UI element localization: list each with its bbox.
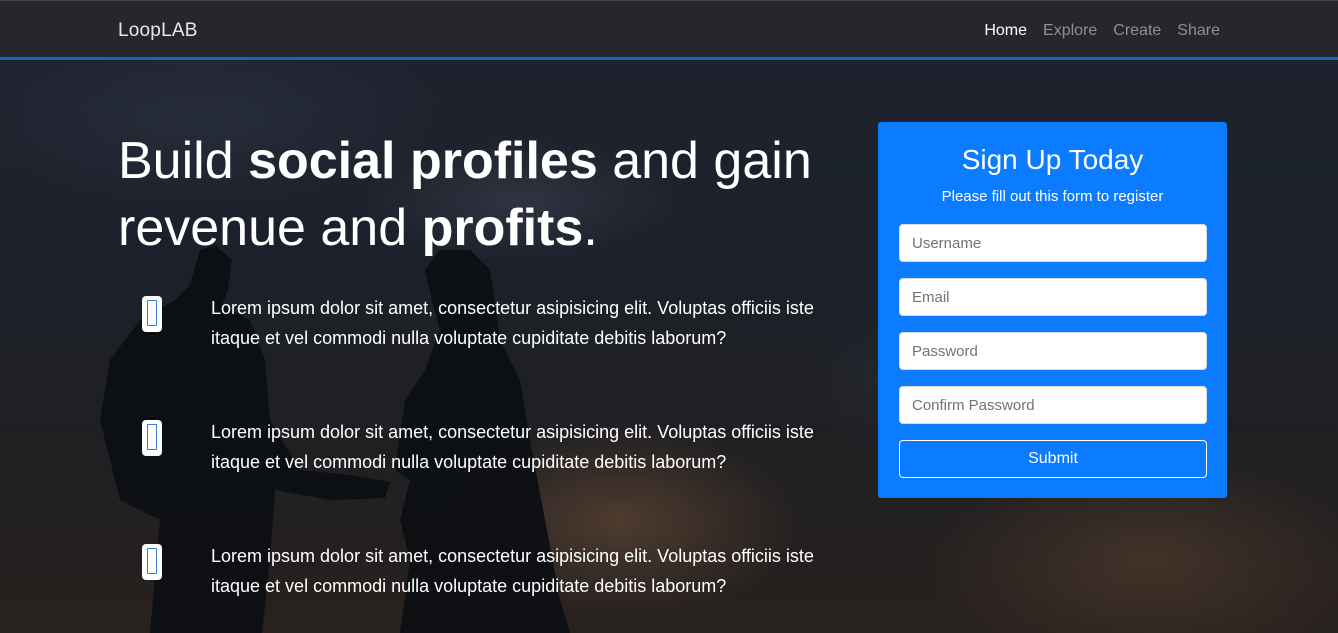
headline-bold-part: social profiles <box>248 132 598 190</box>
nav-link-explore[interactable]: Explore <box>1043 22 1097 40</box>
headline-part: . <box>583 199 598 257</box>
username-input[interactable] <box>899 224 1207 262</box>
signup-title: Sign Up Today <box>961 144 1144 175</box>
nav-link-home[interactable]: Home <box>984 22 1027 40</box>
nav-link-create[interactable]: Create <box>1113 22 1161 40</box>
headline-bold-part: profits <box>421 199 584 257</box>
signup-subtitle: Please fill out this form to register <box>941 188 1164 205</box>
password-input[interactable] <box>899 332 1207 370</box>
nav-links: Home Explore Create Share <box>984 22 1220 40</box>
feature-text: Lorem ipsum dolor sit amet, consectetur … <box>211 298 814 348</box>
feature-text: Lorem ipsum dolor sit amet, consectetur … <box>211 546 814 596</box>
mobile-icon <box>142 296 162 332</box>
nav-link-share[interactable]: Share <box>1177 22 1220 40</box>
confirm-password-input[interactable] <box>899 386 1207 424</box>
signup-card: Sign Up Today Please fill out this form … <box>878 122 1227 498</box>
feature-text: Lorem ipsum dolor sit amet, consectetur … <box>211 422 814 472</box>
mobile-icon <box>142 420 162 456</box>
mobile-icon <box>142 544 162 580</box>
email-input[interactable] <box>899 278 1207 316</box>
headline-part: Build <box>118 132 249 190</box>
top-navbar: LoopLAB Home Explore Create Share <box>0 0 1338 60</box>
brand-logo[interactable]: LoopLAB <box>118 20 198 42</box>
submit-button[interactable]: Submit <box>899 440 1207 478</box>
hero-headline: Build social profiles and gain revenue a… <box>118 128 838 262</box>
